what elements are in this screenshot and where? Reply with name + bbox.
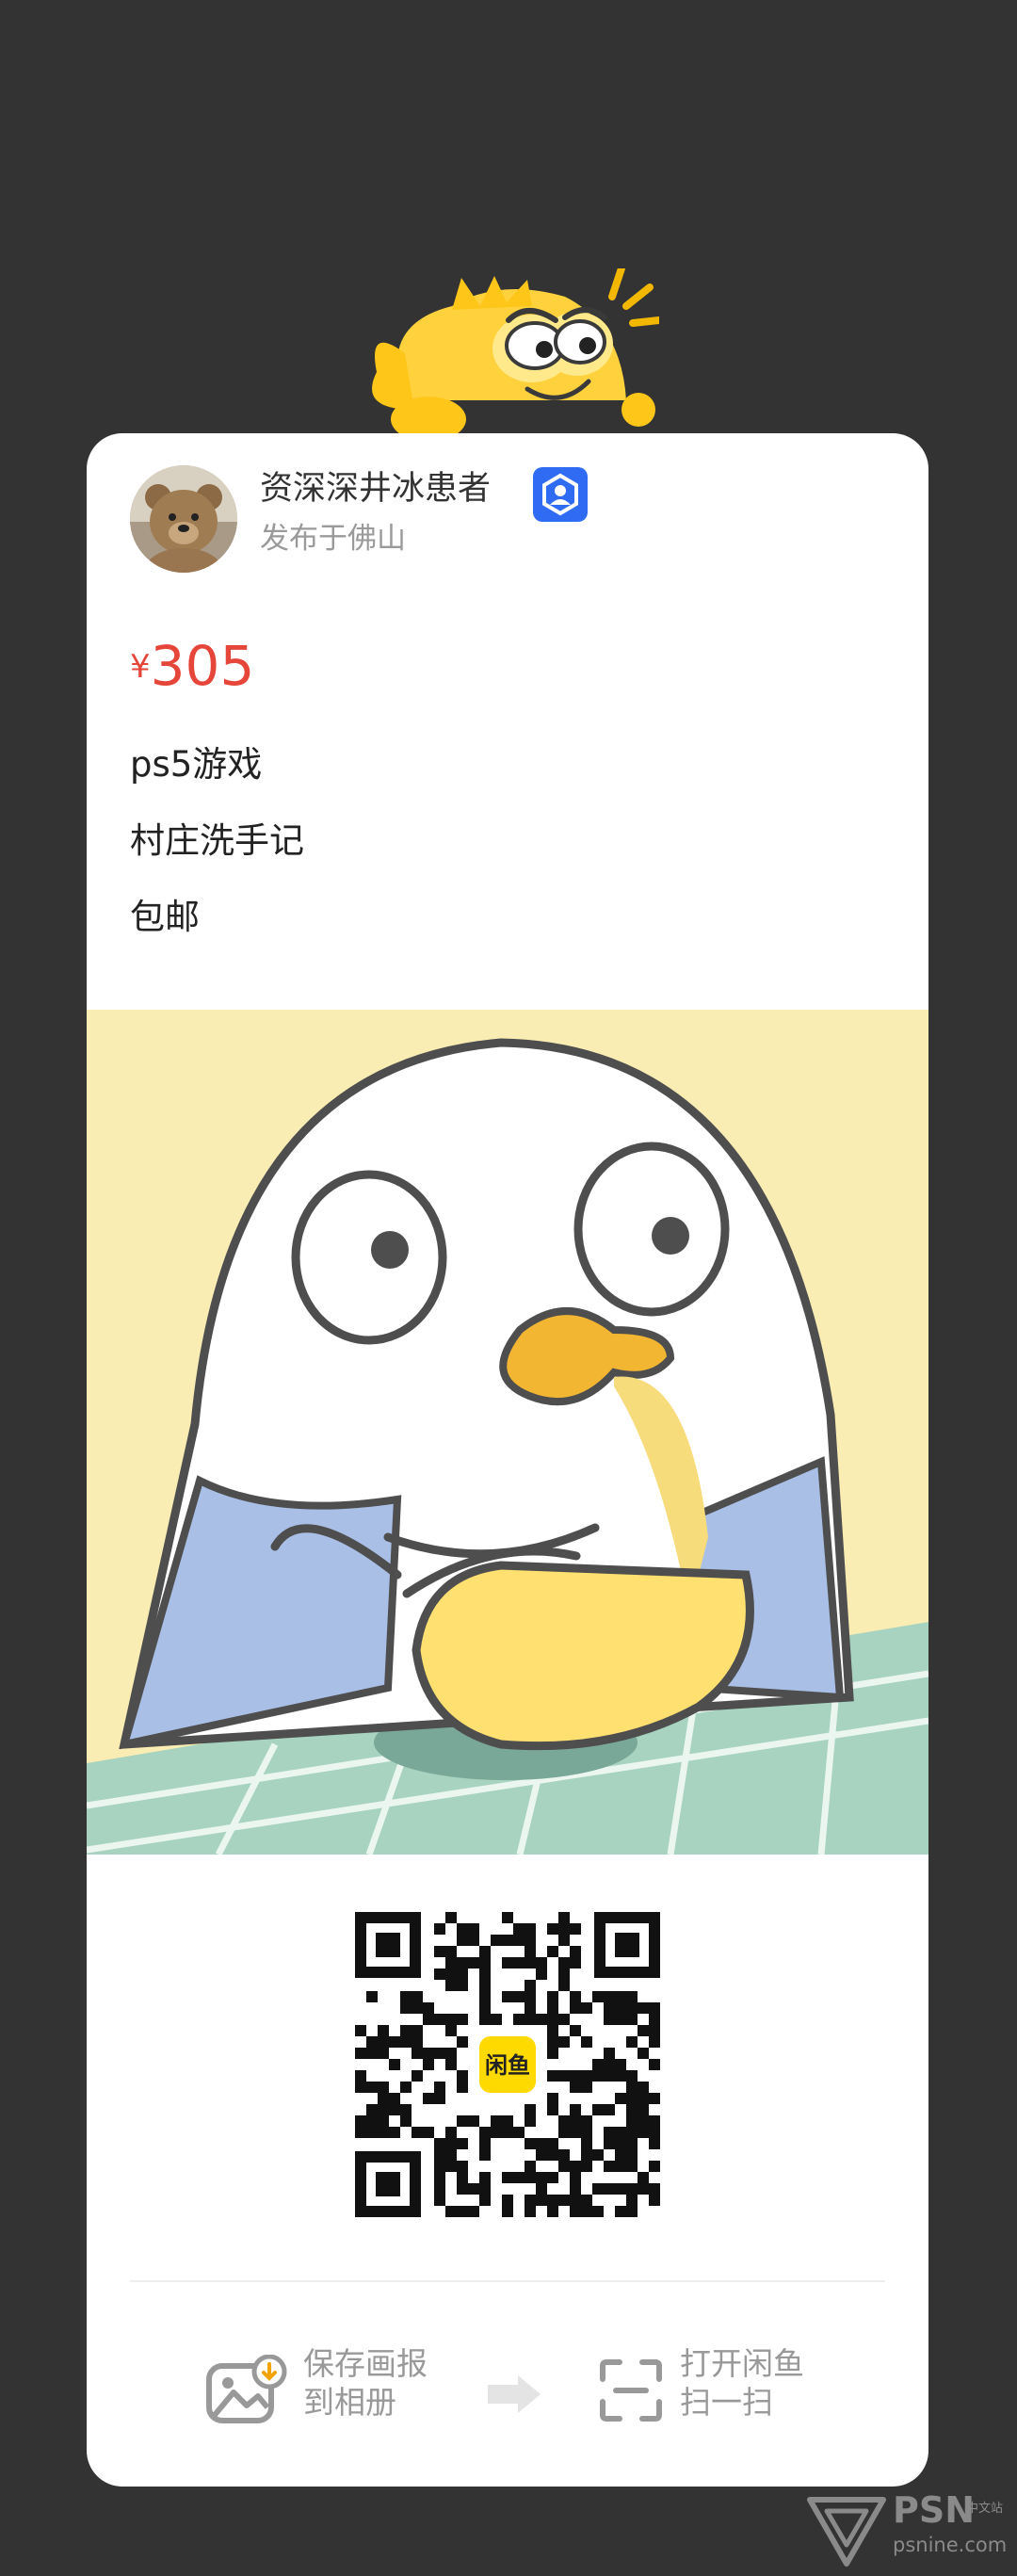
item-description: ps5游戏 村庄洗手记 包邮 <box>130 744 304 975</box>
seller-name[interactable]: 资深深井冰患者 <box>260 469 491 509</box>
open-label-line2: 扫一扫 <box>680 2384 773 2421</box>
watermark-url: psnine.com <box>893 2534 1008 2556</box>
avatar[interactable] <box>130 465 237 573</box>
divider <box>130 2280 885 2282</box>
teddy-bear-avatar-icon <box>130 465 237 573</box>
watermark-cn: 中文站 <box>966 2502 1004 2516</box>
arrow-right-icon <box>488 2375 541 2413</box>
qr-code[interactable]: 闲鱼 <box>355 1912 660 2217</box>
seller-location: 发布于佛山 <box>260 522 406 556</box>
watermark-brand: PSN <box>893 2489 976 2531</box>
currency-symbol: ¥ <box>130 648 151 686</box>
open-app-scan-button[interactable]: 打开闲鱼 扫一扫 <box>597 2345 842 2430</box>
save-label-line1: 保存画报 <box>303 2345 428 2382</box>
item-image[interactable] <box>87 1010 928 1855</box>
description-line: 包邮 <box>130 897 200 937</box>
save-to-album-button[interactable]: 保存画报 到相册 <box>205 2345 450 2430</box>
psnine-watermark: PSN 中文站 psnine.com <box>806 2492 1013 2569</box>
save-label-line2: 到相册 <box>303 2384 396 2421</box>
description-line: ps5游戏 <box>130 744 263 785</box>
psn-logo-icon <box>807 2497 886 2567</box>
poster-card: 资深深井冰患者 发布于佛山 ¥305 ps5游戏 村庄洗手记 包邮 闲鱼 保存画… <box>87 433 928 2487</box>
open-label-line1: 打开闲鱼 <box>680 2345 804 2382</box>
price-value: 305 <box>150 634 255 698</box>
save-image-icon <box>206 2355 287 2423</box>
scan-icon <box>600 2359 662 2422</box>
qr-logo-text: 闲鱼 <box>485 2052 530 2079</box>
fish-mascot-icon <box>372 268 659 442</box>
verified-badge-icon <box>533 467 588 522</box>
item-price: ¥305 <box>130 639 254 693</box>
description-line: 村庄洗手记 <box>130 820 304 861</box>
